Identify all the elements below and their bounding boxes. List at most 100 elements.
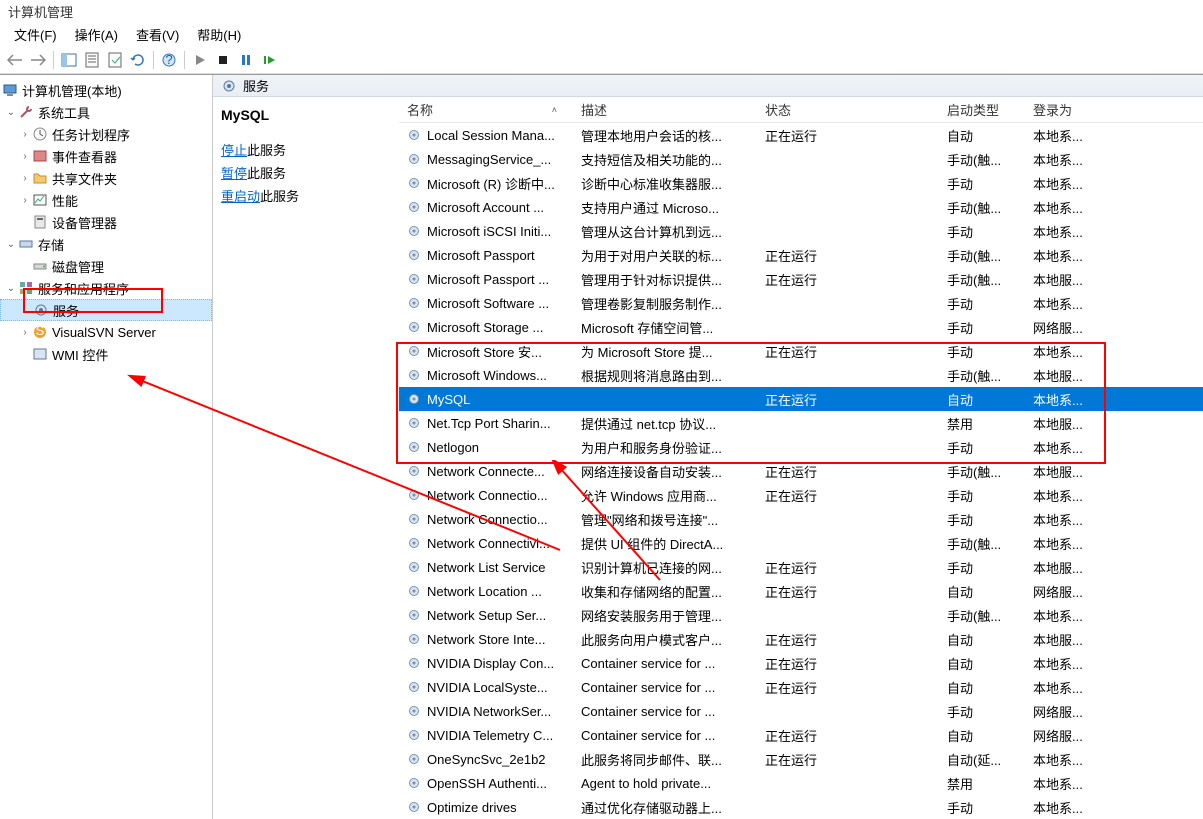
- service-logon: 本地系...: [1025, 798, 1105, 817]
- gear-icon: [407, 320, 421, 334]
- refresh-button[interactable]: [127, 49, 149, 71]
- column-name[interactable]: 名称˄: [399, 97, 573, 122]
- chevron-right-icon[interactable]: ›: [18, 149, 32, 163]
- column-description[interactable]: 描述: [573, 97, 757, 122]
- service-row[interactable]: NVIDIA Telemetry C...Container service f…: [399, 723, 1203, 747]
- service-row[interactable]: Microsoft Windows...根据规则将消息路由到...手动(触...…: [399, 363, 1203, 387]
- chevron-right-icon[interactable]: ›: [18, 193, 32, 207]
- service-row[interactable]: Microsoft Store 安...为 Microsoft Store 提.…: [399, 339, 1203, 363]
- chevron-right-icon[interactable]: ›: [18, 325, 32, 339]
- tree-wmi[interactable]: WMI 控件: [0, 343, 212, 365]
- service-row[interactable]: Network Setup Ser...网络安装服务用于管理...手动(触...…: [399, 603, 1203, 627]
- tree-disk-management[interactable]: 磁盘管理: [0, 255, 212, 277]
- service-row[interactable]: Microsoft Software ...管理卷影复制服务制作...手动本地系…: [399, 291, 1203, 315]
- gear-icon: [407, 128, 421, 142]
- restart-service-button[interactable]: [258, 49, 280, 71]
- pause-service-button[interactable]: [235, 49, 257, 71]
- service-startup: 手动: [939, 438, 1025, 457]
- pause-link[interactable]: 暂停: [221, 166, 247, 181]
- service-row[interactable]: Microsoft Passport为用于对用户关联的标...正在运行手动(触.…: [399, 243, 1203, 267]
- gear-icon: [407, 296, 421, 310]
- service-desc: 管理用于针对标识提供...: [573, 270, 757, 289]
- service-desc: 通过优化存储驱动器上...: [573, 798, 757, 817]
- export-button[interactable]: [104, 49, 126, 71]
- tree-services[interactable]: 服务: [0, 299, 212, 321]
- tree-system-tools[interactable]: ⌄ 系统工具: [0, 101, 212, 123]
- service-row[interactable]: Network Connecte...网络连接设备自动安装...正在运行手动(触…: [399, 459, 1203, 483]
- service-startup: 禁用: [939, 414, 1025, 433]
- service-row[interactable]: Local Session Mana...管理本地用户会话的核...正在运行自动…: [399, 123, 1203, 147]
- stop-link[interactable]: 停止: [221, 143, 247, 158]
- chevron-down-icon[interactable]: ⌄: [4, 237, 18, 251]
- service-row[interactable]: NVIDIA NetworkSer...Container service fo…: [399, 699, 1203, 723]
- svg-text:S: S: [36, 324, 45, 338]
- tree-device-manager[interactable]: 设备管理器: [0, 211, 212, 233]
- service-row[interactable]: Net.Tcp Port Sharin...提供通过 net.tcp 协议...…: [399, 411, 1203, 435]
- back-button[interactable]: [4, 49, 26, 71]
- service-desc: Microsoft 存储空间管...: [573, 318, 757, 337]
- service-desc: 为用户和服务身份验证...: [573, 438, 757, 457]
- chevron-down-icon[interactable]: ⌄: [4, 281, 18, 295]
- service-row[interactable]: MessagingService_...支持短信及相关功能的...手动(触...…: [399, 147, 1203, 171]
- start-service-button[interactable]: [189, 49, 211, 71]
- service-row[interactable]: Microsoft Account ...支持用户通过 Microso...手动…: [399, 195, 1203, 219]
- svg-text:?: ?: [165, 52, 172, 67]
- service-startup: 手动(触...: [939, 606, 1025, 625]
- forward-button[interactable]: [27, 49, 49, 71]
- gear-icon: [407, 512, 421, 526]
- tree-event-viewer[interactable]: › 事件查看器: [0, 145, 212, 167]
- service-row[interactable]: MySQL正在运行自动本地系...: [399, 387, 1203, 411]
- service-desc: 允许 Windows 应用商...: [573, 486, 757, 505]
- chevron-right-icon[interactable]: ›: [18, 171, 32, 185]
- gear-icon: [407, 608, 421, 622]
- service-row[interactable]: Microsoft (R) 诊断中...诊断中心标准收集器服...手动本地系..…: [399, 171, 1203, 195]
- show-hide-tree-button[interactable]: [58, 49, 80, 71]
- chevron-down-icon[interactable]: ⌄: [4, 105, 18, 119]
- service-row[interactable]: Network Connectio...管理"网络和拨号连接"...手动本地系.…: [399, 507, 1203, 531]
- service-startup: 手动: [939, 558, 1025, 577]
- service-row[interactable]: Network Store Inte...此服务向用户模式客户...正在运行自动…: [399, 627, 1203, 651]
- service-row[interactable]: Network List Service识别计算机已连接的网...正在运行手动本…: [399, 555, 1203, 579]
- navigation-tree[interactable]: 计算机管理(本地) ⌄ 系统工具 › 任务计划程序 › 事件查看器 › 共享文件…: [0, 75, 213, 819]
- service-row[interactable]: Microsoft Storage ...Microsoft 存储空间管...手…: [399, 315, 1203, 339]
- menu-view[interactable]: 查看(V): [128, 23, 187, 46]
- service-row[interactable]: Network Connectivi...提供 UI 组件的 DirectA..…: [399, 531, 1203, 555]
- menu-file[interactable]: 文件(F): [6, 23, 65, 46]
- service-logon: 本地服...: [1025, 414, 1105, 433]
- service-logon: 本地系...: [1025, 750, 1105, 769]
- service-logon: 本地服...: [1025, 462, 1105, 481]
- service-desc: 此服务将同步邮件、联...: [573, 750, 757, 769]
- service-startup: 手动(触...: [939, 534, 1025, 553]
- menu-help[interactable]: 帮助(H): [189, 23, 249, 46]
- properties-button[interactable]: [81, 49, 103, 71]
- service-row[interactable]: NVIDIA LocalSyste...Container service fo…: [399, 675, 1203, 699]
- service-row[interactable]: Microsoft iSCSI Initi...管理从这台计算机到远...手动本…: [399, 219, 1203, 243]
- service-name: Network Connectio...: [427, 488, 548, 503]
- service-row[interactable]: NVIDIA Display Con...Container service f…: [399, 651, 1203, 675]
- services-list[interactable]: 名称˄ 描述 状态 启动类型 登录为 Local Session Mana...…: [399, 97, 1203, 819]
- service-row[interactable]: Optimize drives通过优化存储驱动器上...手动本地系...: [399, 795, 1203, 819]
- service-row[interactable]: Network Connectio...允许 Windows 应用商...正在运…: [399, 483, 1203, 507]
- service-logon: 本地系...: [1025, 198, 1105, 217]
- service-name: Network Location ...: [427, 584, 542, 599]
- tree-visualsvn[interactable]: › S VisualSVN Server: [0, 321, 212, 343]
- restart-link[interactable]: 重启动: [221, 189, 260, 204]
- tree-task-scheduler[interactable]: › 任务计划程序: [0, 123, 212, 145]
- tree-shared-folders[interactable]: › 共享文件夹: [0, 167, 212, 189]
- tree-storage[interactable]: ⌄ 存储: [0, 233, 212, 255]
- service-row[interactable]: Microsoft Passport ...管理用于针对标识提供...正在运行手…: [399, 267, 1203, 291]
- service-row[interactable]: OpenSSH Authenti...Agent to hold private…: [399, 771, 1203, 795]
- service-row[interactable]: Netlogon为用户和服务身份验证...手动本地系...: [399, 435, 1203, 459]
- column-status[interactable]: 状态: [757, 97, 939, 122]
- column-logon[interactable]: 登录为: [1025, 97, 1105, 122]
- tree-services-apps[interactable]: ⌄ 服务和应用程序: [0, 277, 212, 299]
- tree-performance[interactable]: › 性能: [0, 189, 212, 211]
- chevron-right-icon[interactable]: ›: [18, 127, 32, 141]
- tree-root[interactable]: 计算机管理(本地): [0, 79, 212, 101]
- service-row[interactable]: OneSyncSvc_2e1b2此服务将同步邮件、联...正在运行自动(延...…: [399, 747, 1203, 771]
- service-row[interactable]: Network Location ...收集和存储网络的配置...正在运行自动网…: [399, 579, 1203, 603]
- menu-action[interactable]: 操作(A): [67, 23, 126, 46]
- help-button[interactable]: ?: [158, 49, 180, 71]
- column-startup[interactable]: 启动类型: [939, 97, 1025, 122]
- stop-service-button[interactable]: [212, 49, 234, 71]
